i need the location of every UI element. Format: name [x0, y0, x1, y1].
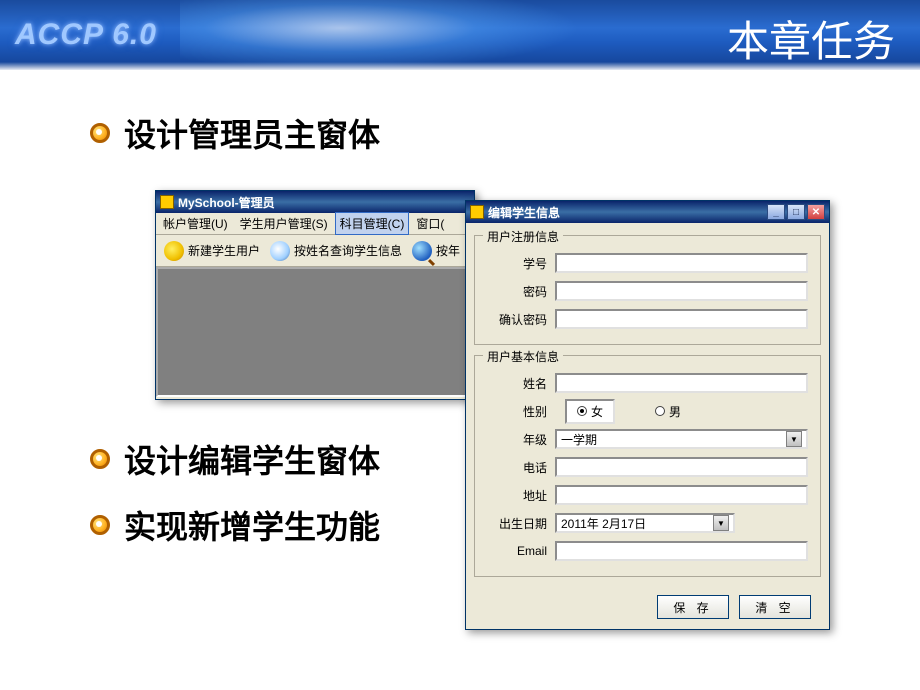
search-icon — [412, 241, 432, 261]
admin-main-window: MySchool-管理员 帐户管理(U) 学生用户管理(S) 科目管理(C) 窗… — [155, 190, 475, 400]
label-email: Email — [487, 544, 547, 558]
menu-subject[interactable]: 科目管理(C) — [335, 212, 410, 235]
chevron-down-icon: ▼ — [713, 515, 729, 531]
toolbar-new-student-label: 新建学生用户 — [188, 242, 260, 259]
app-icon — [470, 205, 484, 219]
label-student-id: 学号 — [487, 255, 547, 272]
toolbar: 新建学生用户 按姓名查询学生信息 按年 — [156, 235, 474, 267]
slide-title: 本章任务 — [727, 8, 895, 69]
bullet-2-text: 设计编辑学生窗体 — [124, 436, 380, 482]
brand-logo: ACCP 6.0 — [15, 18, 157, 52]
toolbar-query-by-grade[interactable]: 按年 — [408, 239, 464, 263]
slide-header: ACCP 6.0 本章任务 — [0, 0, 920, 70]
radio-male-label: 男 — [669, 403, 681, 420]
label-gender: 性别 — [487, 403, 547, 420]
grade-combo[interactable]: 一学期 ▼ — [555, 429, 808, 449]
maximize-button[interactable]: □ — [787, 204, 805, 220]
mdi-client-area — [156, 267, 474, 397]
email-input[interactable] — [555, 541, 808, 561]
grade-value: 一学期 — [561, 431, 597, 448]
toolbar-query-by-name[interactable]: 按姓名查询学生信息 — [266, 239, 406, 263]
radio-female[interactable]: 女 — [577, 403, 603, 420]
chevron-down-icon: ▼ — [786, 431, 802, 447]
bullet-3-text: 实现新增学生功能 — [124, 502, 380, 548]
name-input[interactable] — [555, 373, 808, 393]
edit-student-window: 编辑学生信息 _ □ ✕ 用户注册信息 学号 密码 确认密码 用户基本信息 姓名… — [465, 200, 830, 630]
bullet-icon — [90, 123, 110, 143]
toolbar-query-by-grade-label: 按年 — [436, 242, 460, 259]
group-basic-legend: 用户基本信息 — [483, 348, 563, 365]
admin-titlebar[interactable]: MySchool-管理员 — [156, 191, 474, 213]
edit-title: 编辑学生信息 — [488, 204, 560, 221]
label-confirm: 确认密码 — [487, 311, 547, 328]
label-password: 密码 — [487, 283, 547, 300]
menubar: 帐户管理(U) 学生用户管理(S) 科目管理(C) 窗口( — [156, 213, 474, 235]
birth-date-picker[interactable]: 2011年 2月17日 ▼ — [555, 513, 735, 533]
radio-male[interactable]: 男 — [655, 403, 681, 420]
bullet-1-text: 设计管理员主窗体 — [124, 110, 380, 156]
save-button[interactable]: 保 存 — [657, 595, 729, 619]
admin-title: MySchool-管理员 — [178, 194, 275, 211]
app-icon — [160, 195, 174, 209]
query-by-name-icon — [270, 241, 290, 261]
form-area: 用户注册信息 学号 密码 确认密码 用户基本信息 姓名 性别 女 — [466, 223, 829, 629]
label-phone: 电话 — [487, 459, 547, 476]
minimize-button[interactable]: _ — [767, 204, 785, 220]
toolbar-new-student[interactable]: 新建学生用户 — [160, 239, 264, 263]
menu-window[interactable]: 窗口( — [411, 212, 449, 235]
password-input[interactable] — [555, 281, 808, 301]
address-input[interactable] — [555, 485, 808, 505]
menu-account[interactable]: 帐户管理(U) — [158, 212, 233, 235]
student-id-input[interactable] — [555, 253, 808, 273]
button-row: 保 存 清 空 — [474, 587, 821, 623]
bullet-icon — [90, 515, 110, 535]
label-grade: 年级 — [487, 431, 547, 448]
group-registration: 用户注册信息 学号 密码 确认密码 — [474, 235, 821, 345]
radio-dot-icon — [577, 406, 587, 416]
group-registration-legend: 用户注册信息 — [483, 228, 563, 245]
phone-input[interactable] — [555, 457, 808, 477]
toolbar-query-by-name-label: 按姓名查询学生信息 — [294, 242, 402, 259]
edit-titlebar[interactable]: 编辑学生信息 _ □ ✕ — [466, 201, 829, 223]
new-student-icon — [164, 241, 184, 261]
radio-female-label: 女 — [591, 403, 603, 420]
radio-dot-icon — [655, 406, 665, 416]
close-button[interactable]: ✕ — [807, 204, 825, 220]
birth-value: 2011年 2月17日 — [561, 515, 646, 532]
label-name: 姓名 — [487, 375, 547, 392]
label-address: 地址 — [487, 487, 547, 504]
clear-button[interactable]: 清 空 — [739, 595, 811, 619]
bullet-icon — [90, 449, 110, 469]
label-birth: 出生日期 — [487, 515, 547, 532]
menu-student[interactable]: 学生用户管理(S) — [235, 212, 333, 235]
group-basic: 用户基本信息 姓名 性别 女 男 年级 — [474, 355, 821, 577]
confirm-password-input[interactable] — [555, 309, 808, 329]
bullet-1: 设计管理员主窗体 — [90, 110, 920, 156]
